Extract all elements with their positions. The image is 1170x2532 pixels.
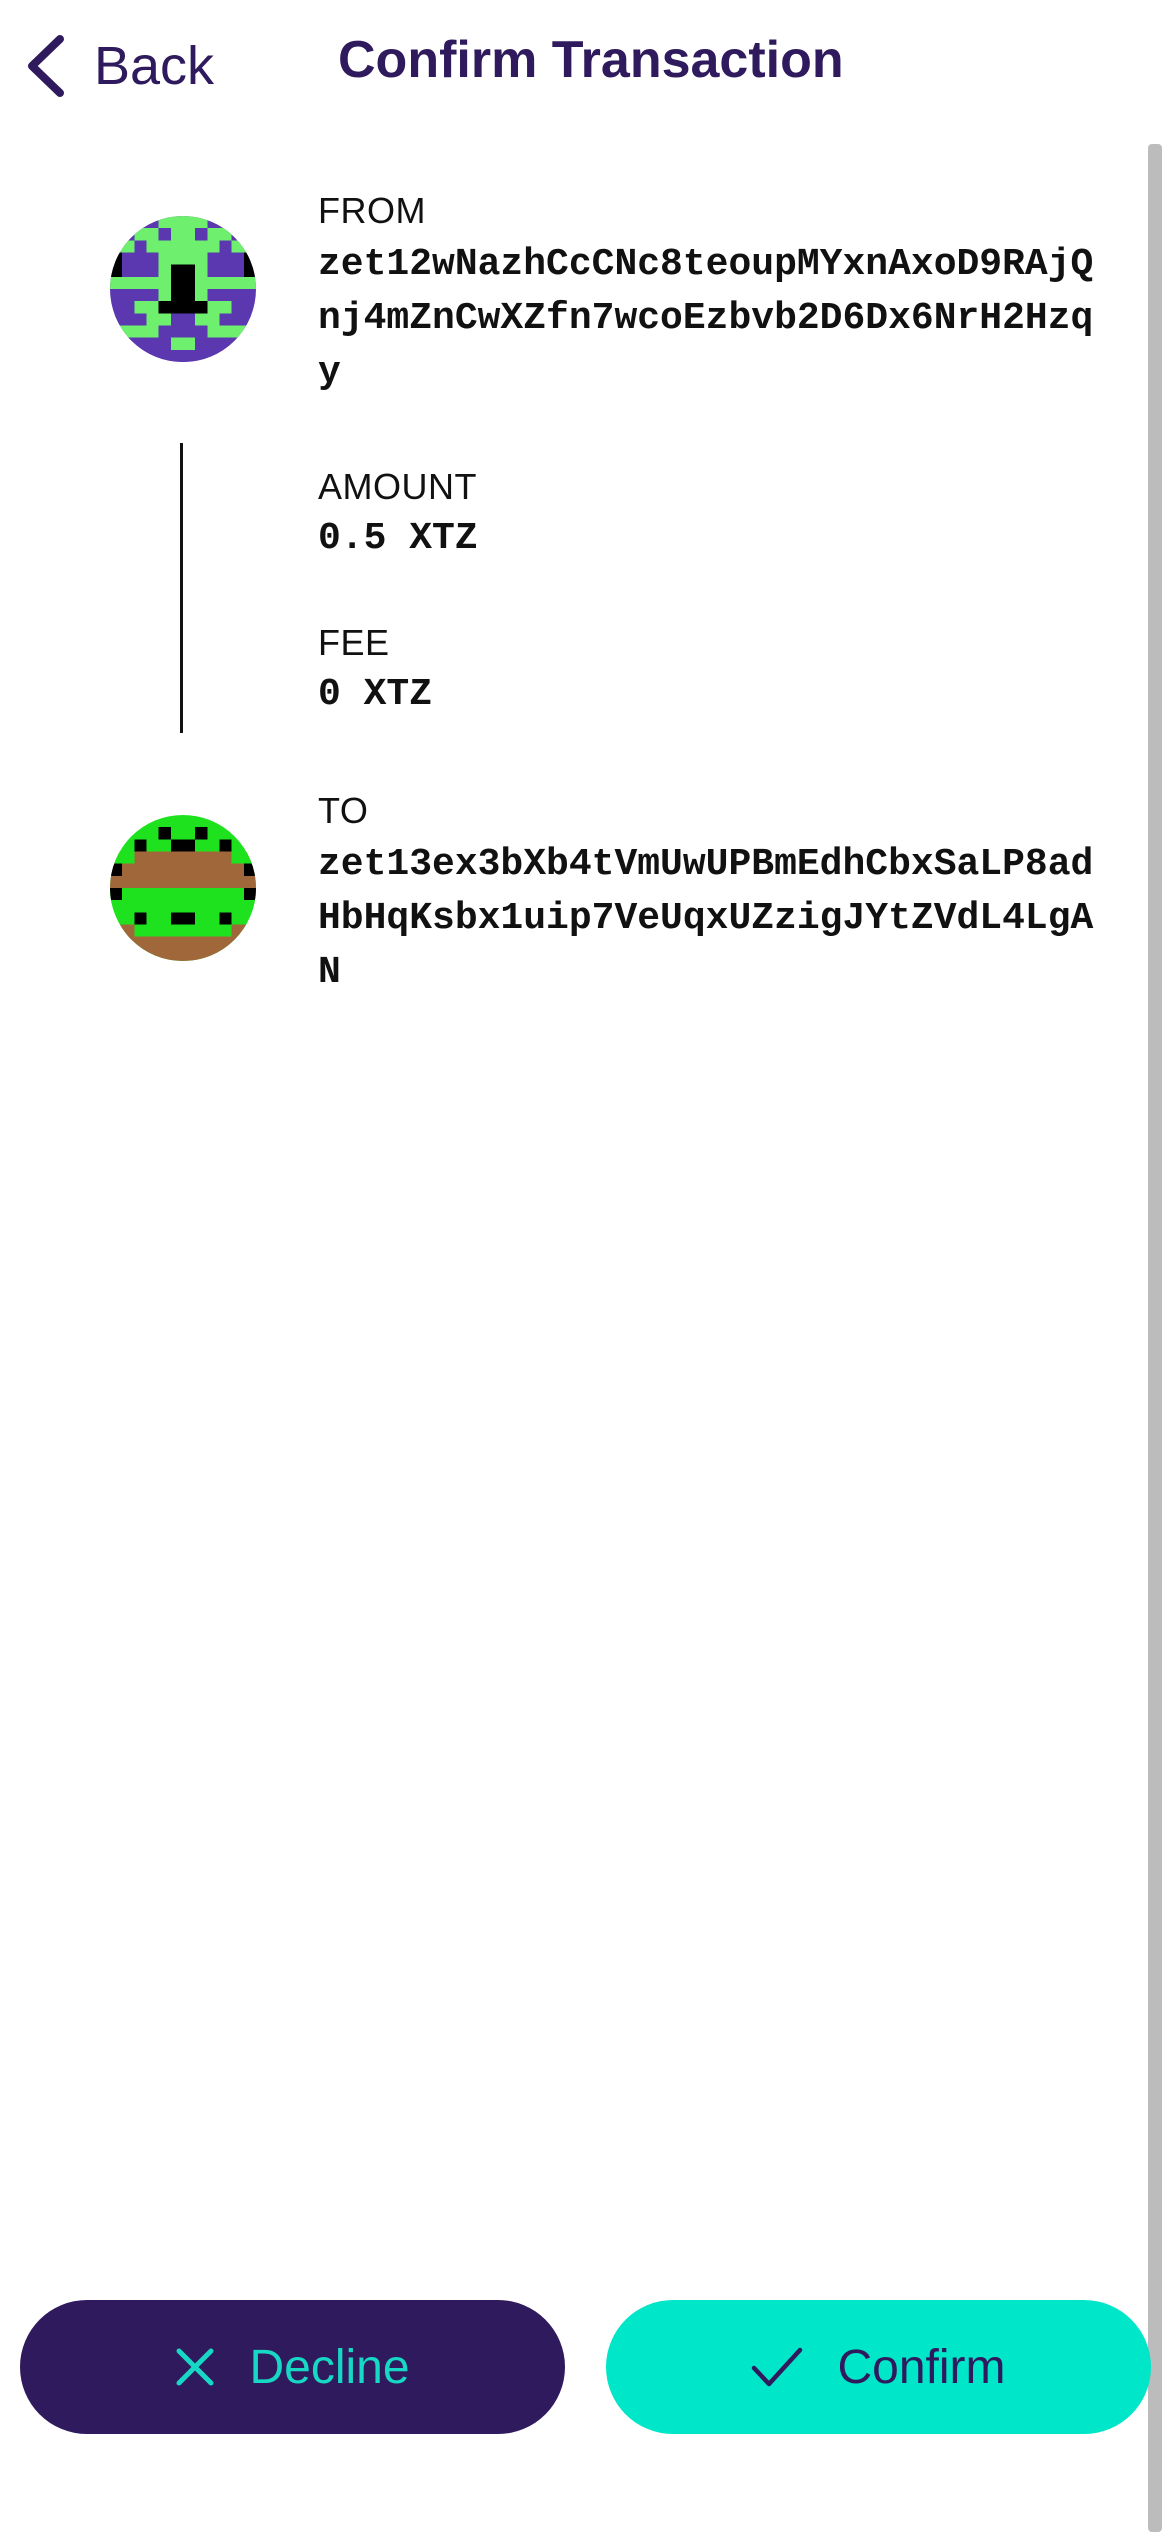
close-icon (175, 2347, 249, 2387)
from-address: zet12wNazhCcCNc8teoupMYxnAxoD9RAjQnj4mZn… (318, 243, 1094, 394)
flow-connector-line (180, 443, 183, 733)
fee-label: FEE (318, 622, 390, 663)
to-address: zet13ex3bXb4tVmUwUPBmEdhCbxSaLP8adHbHqKs… (318, 843, 1094, 994)
sender-avatar (110, 216, 256, 362)
scrollbar[interactable] (1148, 144, 1162, 2532)
confirm-label: Confirm (837, 2340, 1006, 2394)
page-title: Confirm Transaction (338, 31, 844, 89)
to-label: TO (318, 790, 369, 831)
amount-value: 0.5 XTZ (318, 517, 478, 560)
recipient-avatar (110, 815, 256, 961)
chevron-left-icon (24, 33, 68, 99)
decline-button[interactable]: Decline (20, 2300, 565, 2434)
back-label: Back (94, 36, 215, 96)
header: Back Confirm Transaction (0, 0, 1170, 130)
back-button[interactable]: Back (24, 26, 214, 106)
fee-value: 0 XTZ (318, 673, 433, 716)
confirm-button[interactable]: Confirm (606, 2300, 1151, 2434)
decline-label: Decline (249, 2340, 410, 2394)
from-label: FROM (318, 190, 426, 231)
amount-label: AMOUNT (318, 466, 477, 507)
checkmark-icon (751, 2346, 837, 2388)
